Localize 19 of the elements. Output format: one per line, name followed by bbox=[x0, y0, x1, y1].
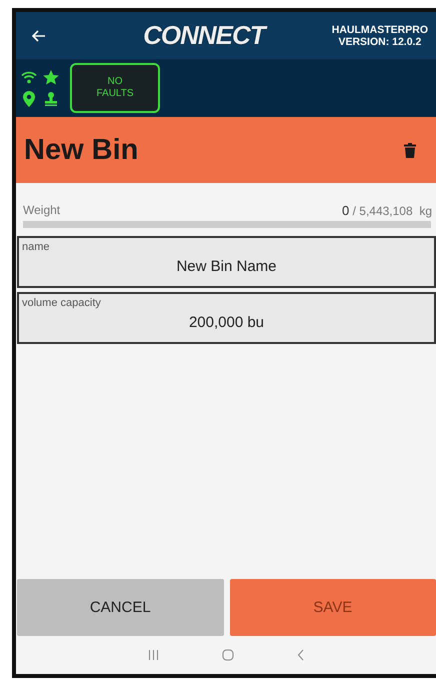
recent-apps-icon[interactable] bbox=[148, 650, 158, 660]
text-field[interactable]: volume capacity 200,000 bu bbox=[17, 292, 436, 344]
app-logo: CONNECT bbox=[46, 20, 332, 51]
weight-value: 0 / 5,443,108 kg bbox=[342, 203, 432, 218]
trash-icon[interactable] bbox=[404, 142, 416, 158]
back-arrow-icon[interactable] bbox=[32, 30, 46, 42]
stamp-icon bbox=[44, 91, 58, 106]
back-icon[interactable] bbox=[296, 649, 304, 661]
cancel-button[interactable]: CANCEL bbox=[17, 579, 224, 636]
page-title: New Bin bbox=[24, 134, 138, 166]
home-icon[interactable] bbox=[222, 649, 234, 661]
location-pin-icon bbox=[23, 90, 35, 106]
version-text: VERSION: 12.0.2 bbox=[338, 36, 422, 48]
app-name: HAULMASTERPRO bbox=[332, 24, 428, 36]
star-icon bbox=[43, 70, 59, 84]
fault-status-badge[interactable]: NO FAULTS bbox=[70, 63, 160, 113]
weight-label: Weight bbox=[23, 203, 60, 218]
text-field[interactable]: name New Bin Name bbox=[17, 236, 436, 288]
wifi-icon bbox=[21, 70, 37, 84]
